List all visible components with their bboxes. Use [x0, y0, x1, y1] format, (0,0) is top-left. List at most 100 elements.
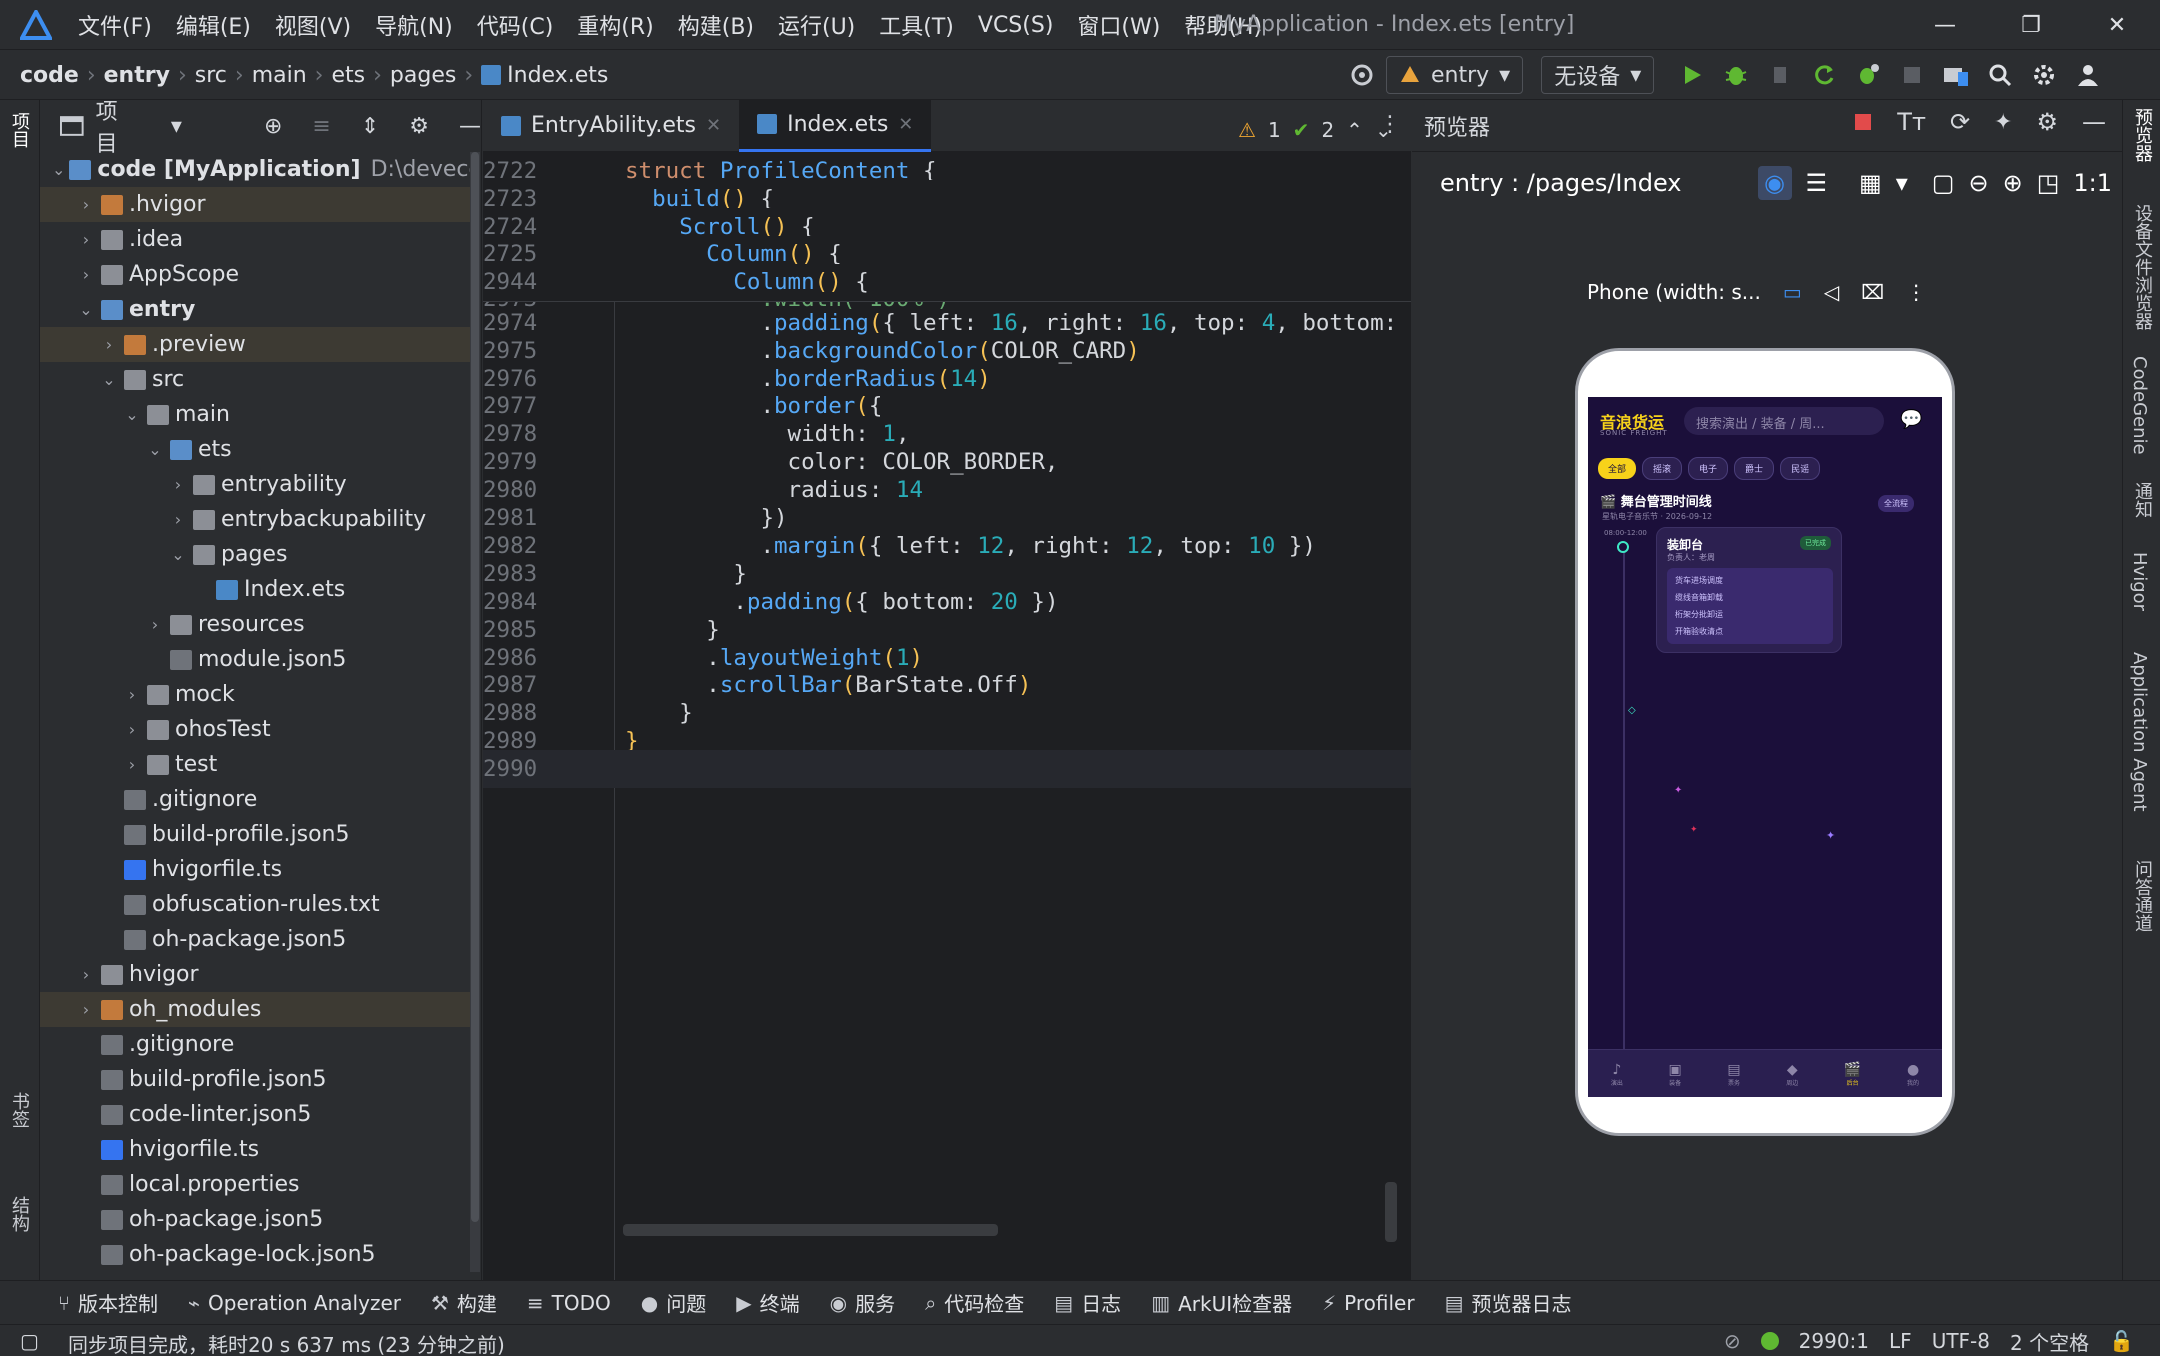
chevron-down-icon[interactable]: ⌄ — [144, 440, 166, 459]
tree-node[interactable]: ⌄ pages — [40, 537, 470, 572]
menu-item[interactable]: 编辑(E) — [176, 9, 251, 41]
pin-icon[interactable]: ✦ — [1994, 110, 2012, 135]
settings-icon[interactable] — [2024, 55, 2064, 95]
chevron-down-icon[interactable]: ▾ — [171, 114, 182, 139]
tree-node[interactable]: ⌄ entry — [40, 292, 470, 327]
app-search-input[interactable]: 搜索演出 / 装备 / 周... — [1684, 407, 1884, 435]
tree-node[interactable]: › .preview — [40, 327, 470, 362]
agent-tool-tab[interactable]: Application Agent — [2129, 652, 2150, 812]
bottom-tool-tab[interactable]: ⚒ 构建 — [431, 1288, 497, 1317]
run-config-select[interactable]: entry ▾ — [1386, 56, 1524, 94]
attach-debugger-icon[interactable] — [1760, 55, 1800, 95]
lock-icon[interactable]: 🔓 — [2109, 1329, 2134, 1353]
chevron-right-icon[interactable]: › — [121, 720, 143, 739]
code-line[interactable]: 2990 — [483, 749, 1411, 789]
menu-item[interactable]: VCS(S) — [978, 13, 1054, 38]
bottom-tool-tab[interactable]: ▥ ArkUI检查器 — [1151, 1288, 1292, 1317]
no-notify-icon[interactable]: ⊘ — [1724, 1329, 1741, 1353]
app-nav-item[interactable]: ◆ 周边 — [1786, 1062, 1798, 1087]
bottom-tool-tab[interactable]: ◉ 服务 — [830, 1288, 895, 1317]
chevron-up-icon[interactable]: ⌃ — [1346, 118, 1363, 142]
app-nav-item[interactable]: 🎬 后台 — [1844, 1062, 1861, 1087]
chevron-right-icon[interactable]: › — [121, 755, 143, 774]
project-scrollbar[interactable] — [470, 152, 480, 1272]
hide-icon[interactable]: — — [459, 114, 481, 139]
cursor-position[interactable]: 2990:1 — [1799, 1329, 1869, 1353]
stage-card[interactable]: 装卸台 负责人：老周 已完成 货车进场调度 缆线音箱卸载 桁架分批卸运 开箱验收清点 — [1656, 527, 1842, 653]
tree-node[interactable]: build-profile.json5 — [40, 817, 470, 852]
hvigor-tool-tab[interactable]: Hvigor — [2129, 552, 2150, 611]
chevron-right-icon[interactable]: › — [75, 230, 97, 249]
menu-item[interactable]: 视图(V) — [275, 9, 351, 41]
file-encoding[interactable]: UTF-8 — [1932, 1329, 1990, 1353]
device-manager-icon[interactable] — [1936, 55, 1976, 95]
editor-tab[interactable]: Index.ets ✕ — [739, 99, 932, 152]
notifications-tool-tab[interactable]: 通知 — [2129, 482, 2155, 518]
chevron-right-icon[interactable]: › — [75, 195, 97, 214]
bottom-tool-tab[interactable]: ⌕ 代码检查 — [925, 1288, 1024, 1317]
breadcrumb-item[interactable]: Index.ets — [507, 63, 608, 88]
original-size-icon[interactable]: ◳ — [2037, 169, 2060, 197]
previewer-tool-tab[interactable]: 预览器 — [2129, 108, 2155, 162]
scrollbar-thumb[interactable] — [471, 152, 479, 1222]
tree-node[interactable]: › hvigor — [40, 957, 470, 992]
hide-icon[interactable]: — — [2082, 108, 2106, 136]
bottom-tool-tab[interactable]: ▤ 预览器日志 — [1445, 1288, 1572, 1317]
category-chip[interactable]: 电子 — [1688, 457, 1729, 480]
tree-node[interactable]: › oh_modules — [40, 992, 470, 1027]
tree-node[interactable]: module.json5 — [40, 642, 470, 677]
structure-tool-tab[interactable]: 结构 — [6, 1196, 32, 1232]
zoom-out-icon[interactable]: ⊖ — [1968, 169, 1988, 197]
breadcrumb-item[interactable]: main — [252, 63, 307, 88]
stop-preview-icon[interactable] — [1853, 112, 1873, 132]
debug-icon[interactable] — [1716, 55, 1756, 95]
editor-horizontal-scrollbar[interactable] — [623, 1224, 998, 1236]
multi-device-icon[interactable]: ▦ — [1859, 169, 1882, 197]
tree-node[interactable]: oh-package-lock.json5 — [40, 1237, 470, 1272]
tree-node[interactable]: oh-package.json5 — [40, 922, 470, 957]
bottom-tool-tab[interactable]: ⚡ Profiler — [1322, 1291, 1414, 1315]
tree-node[interactable]: ⌄ ets — [40, 432, 470, 467]
breadcrumb-item[interactable]: entry — [104, 63, 170, 88]
breadcrumb-item[interactable]: src — [195, 63, 227, 88]
chevron-right-icon[interactable]: › — [75, 265, 97, 284]
portrait-icon[interactable]: ▭ — [1783, 280, 1802, 304]
close-tab-icon[interactable]: ✕ — [898, 114, 913, 135]
tree-node[interactable]: Index.ets — [40, 572, 470, 607]
locate-icon[interactable]: ⊕ — [264, 114, 282, 139]
restore-icon[interactable]: ❐ — [1988, 13, 2074, 38]
run-icon[interactable] — [1672, 55, 1712, 95]
menu-item[interactable]: 工具(T) — [879, 9, 954, 41]
inspection-widget[interactable]: ⚠ 1 ✔ 2 ⌃ ⌄ — [1238, 118, 1392, 142]
tree-node[interactable]: › .idea — [40, 222, 470, 257]
zoom-in-icon[interactable]: ⊕ — [2003, 169, 2023, 197]
close-tab-icon[interactable]: ✕ — [706, 115, 721, 136]
chevron-right-icon[interactable]: › — [75, 1000, 97, 1019]
breadcrumb-item[interactable]: ets — [331, 63, 365, 88]
chevron-right-icon[interactable]: › — [167, 475, 189, 494]
tree-node[interactable]: › test — [40, 747, 470, 782]
app-nav-item[interactable]: ▤ 票务 — [1727, 1062, 1740, 1087]
chat-icon[interactable]: 💬 — [1900, 409, 1922, 430]
tree-node[interactable]: › .hvigor — [40, 187, 470, 222]
gear-icon[interactable]: ⚙ — [409, 114, 429, 139]
bottom-tool-tab[interactable]: ● 问题 — [641, 1288, 706, 1317]
category-chip[interactable]: 全部 — [1598, 458, 1637, 479]
inspector-icon[interactable]: ◉ — [1757, 166, 1792, 200]
tree-node[interactable]: › entryability — [40, 467, 470, 502]
debug-settings-icon[interactable] — [1848, 55, 1888, 95]
tree-node[interactable]: build-profile.json5 — [40, 1062, 470, 1097]
chevron-down-icon[interactable]: ⌄ — [167, 545, 189, 564]
font-size-icon[interactable]: Tт — [1897, 108, 1926, 136]
project-panel-title[interactable]: 项目 — [96, 94, 139, 158]
indent-setting[interactable]: 2 个空格 — [2010, 1327, 2089, 1356]
app-nav-item[interactable]: ♪ 演出 — [1611, 1062, 1623, 1087]
chevron-down-icon[interactable]: ⌄ — [52, 160, 65, 179]
project-tool-tab[interactable]: 项目 — [6, 112, 32, 148]
category-chip[interactable]: 民谣 — [1780, 457, 1821, 480]
bottom-tool-tab[interactable]: ⑂ 版本控制 — [58, 1288, 158, 1317]
tree-node[interactable]: .gitignore — [40, 782, 470, 817]
chevron-right-icon[interactable]: › — [75, 965, 97, 984]
refresh-icon[interactable]: ⟳ — [1950, 108, 1970, 136]
chevron-right-icon[interactable]: › — [121, 685, 143, 704]
